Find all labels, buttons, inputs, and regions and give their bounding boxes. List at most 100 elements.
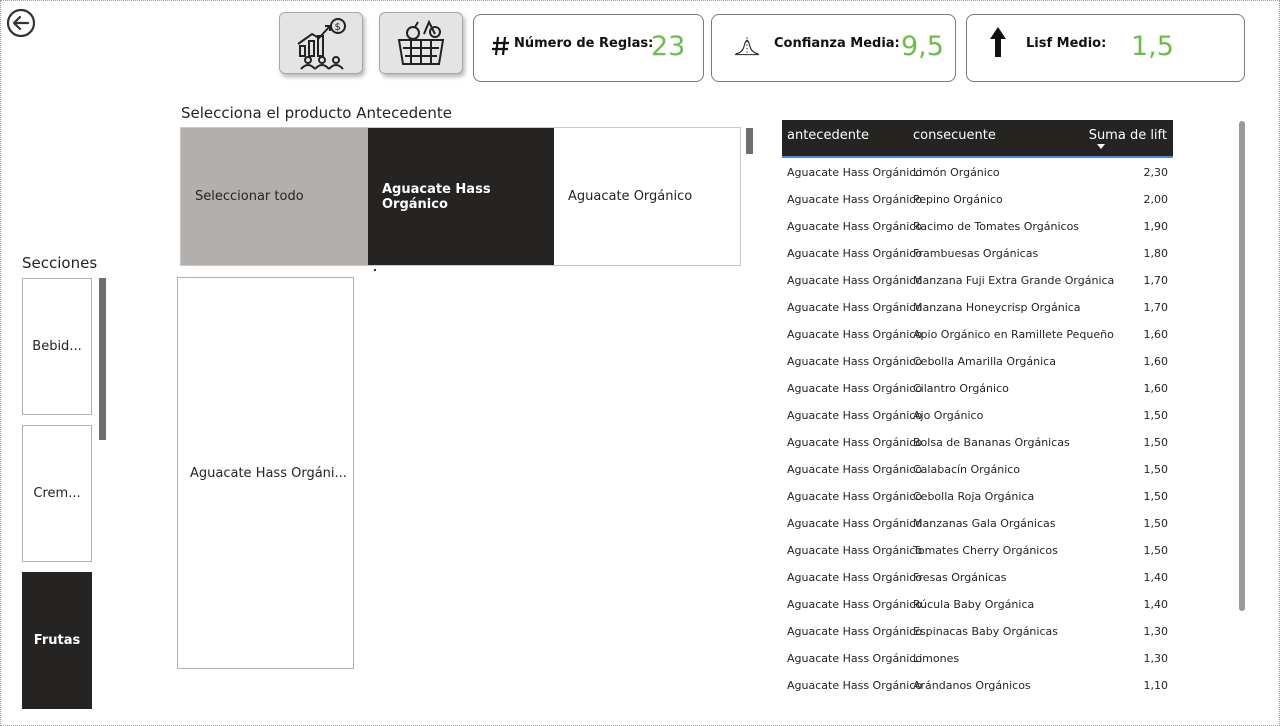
- slicer-scrollbar[interactable]: [746, 128, 753, 154]
- cell-antecedente: Aguacate Hass Orgánico: [787, 220, 923, 233]
- table-scrollbar[interactable]: [1239, 121, 1245, 611]
- cell-antecedente: Aguacate Hass Orgánico: [787, 679, 923, 692]
- secciones-scrollbar[interactable]: [99, 278, 106, 440]
- kpi-value: 9,5: [901, 31, 944, 62]
- header-suma-lift[interactable]: Suma de lift: [1089, 128, 1167, 143]
- cell-antecedente: Aguacate Hass Orgánico: [787, 544, 923, 557]
- table-row[interactable]: Aguacate Hass Orgánico Calabacín Orgánico…: [782, 455, 1173, 482]
- cell-consecuente: Manzana Fuji Extra Grande Orgánica: [913, 274, 1115, 287]
- kpi-value: 1,5: [1131, 31, 1174, 62]
- cell-consecuente: Cilantro Orgánico: [913, 382, 1009, 395]
- cell-consecuente: Apio Orgánico en Ramillete Pequeño: [913, 328, 1114, 341]
- tile-aguacate-organico[interactable]: Aguacate Orgánico: [554, 128, 740, 265]
- kpi-value: 23: [651, 31, 686, 62]
- cell-lift: 1,70: [1143, 301, 1169, 314]
- table-row[interactable]: Aguacate Hass Orgánico Manzana Fuji Extra…: [782, 266, 1173, 293]
- cell-lift: 1,30: [1143, 652, 1169, 665]
- table-row[interactable]: Aguacate Hass Orgánico Tomates Cherry Org…: [782, 536, 1173, 563]
- table-row[interactable]: Aguacate Hass Orgánico Limones 1,30: [782, 644, 1173, 671]
- cell-consecuente: Ajo Orgánico: [913, 409, 984, 422]
- cell-lift: 1,10: [1143, 679, 1169, 692]
- cell-lift: 1,50: [1143, 490, 1169, 503]
- cell-lift: 1,90: [1143, 220, 1169, 233]
- table-row[interactable]: Aguacate Hass Orgánico Manzanas Gala Orgá…: [782, 509, 1173, 536]
- cell-consecuente: Bolsa de Bananas Orgánicas: [913, 436, 1070, 449]
- table-row[interactable]: Aguacate Hass Orgánico Limón Orgánico 2,30: [782, 158, 1173, 185]
- cell-antecedente: Aguacate Hass Orgánico: [787, 382, 923, 395]
- cell-antecedente: Aguacate Hass Orgánico: [787, 409, 923, 422]
- cell-lift: 1,30: [1143, 625, 1169, 638]
- cell-antecedente: Aguacate Hass Orgánico: [787, 625, 923, 638]
- cell-consecuente: Fresas Orgánicas: [913, 571, 1007, 584]
- table-row[interactable]: Aguacate Hass Orgánico Cebolla Amarilla O…: [782, 347, 1173, 374]
- tile-aguacate-hass-organico[interactable]: Aguacate Hass Orgánico: [368, 128, 554, 265]
- antecedente-title: Selecciona el producto Antecedente: [181, 104, 452, 122]
- cell-consecuente: Frambuesas Orgánicas: [913, 247, 1039, 260]
- table-body: Aguacate Hass Orgánico Limón Orgánico 2,30…: [782, 158, 1173, 698]
- cell-consecuente: Cebolla Amarilla Orgánica: [913, 355, 1056, 368]
- cell-antecedente: Aguacate Hass Orgánico: [787, 490, 923, 503]
- cell-lift: 2,00: [1143, 193, 1169, 206]
- svg-text:$: $: [335, 22, 341, 33]
- table-row[interactable]: Aguacate Hass Orgánico Arándanos Orgánico…: [782, 671, 1173, 698]
- table-row[interactable]: Aguacate Hass Orgánico Frambuesas Orgánic…: [782, 239, 1173, 266]
- table-row[interactable]: Aguacate Hass Orgánico Fresas Orgánicas 1,…: [782, 563, 1173, 590]
- growth-team-icon[interactable]: $: [279, 12, 363, 74]
- cell-lift: 1,60: [1143, 328, 1169, 341]
- cell-consecuente: Limones: [913, 652, 960, 665]
- cell-lift: 1,50: [1143, 463, 1169, 476]
- cell-consecuente: Rúcula Baby Orgánica: [913, 598, 1035, 611]
- cell-antecedente: Aguacate Hass Orgánico: [787, 166, 923, 179]
- table-row[interactable]: Aguacate Hass Orgánico Manzana Honeycrisp…: [782, 293, 1173, 320]
- table-row[interactable]: Aguacate Hass Orgánico Espinacas Baby Org…: [782, 617, 1173, 644]
- table-row[interactable]: Aguacate Hass Orgánico Pepino Orgánico 2,0…: [782, 185, 1173, 212]
- table-header: antecedente consecuente Suma de lift: [782, 120, 1173, 158]
- cell-antecedente: Aguacate Hass Orgánico: [787, 517, 923, 530]
- table-row[interactable]: Aguacate Hass Orgánico Bolsa de Bananas O…: [782, 428, 1173, 455]
- cell-lift: 1,70: [1143, 274, 1169, 287]
- bell-curve-icon: [734, 31, 760, 61]
- cell-consecuente: Arándanos Orgánicos: [913, 679, 1031, 692]
- kpi-label: Confianza Media:: [774, 36, 900, 51]
- header-antecedente[interactable]: antecedente: [787, 128, 869, 143]
- tile-seleccionar-todo[interactable]: Seleccionar todo: [181, 128, 368, 265]
- kpi-label: Lisf Medio:: [1026, 36, 1107, 51]
- antecedente-slicer: Seleccionar todo Aguacate Hass Orgánico …: [180, 127, 741, 266]
- cell-antecedente: Aguacate Hass Orgánico: [787, 301, 923, 314]
- product-card[interactable]: Aguacate Hass Orgáni...: [177, 277, 354, 669]
- cell-consecuente: Tomates Cherry Orgánicos: [913, 544, 1058, 557]
- cell-consecuente: Limón Orgánico: [913, 166, 1000, 179]
- cell-consecuente: Manzanas Gala Orgánicas: [913, 517, 1056, 530]
- cell-antecedente: Aguacate Hass Orgánico: [787, 598, 923, 611]
- kpi-confianza-media: Confianza Media: 9,5: [711, 14, 956, 82]
- seccion-item-cremas[interactable]: Crem...: [22, 425, 92, 562]
- header-consecuente[interactable]: consecuente: [913, 128, 996, 143]
- table-row[interactable]: Aguacate Hass Orgánico Cebolla Roja Orgán…: [782, 482, 1173, 509]
- cell-consecuente: Manzana Honeycrisp Orgánica: [913, 301, 1081, 314]
- hash-icon: [488, 31, 514, 61]
- sort-desc-icon[interactable]: [1097, 144, 1105, 149]
- seccion-item-bebidas[interactable]: Bebid...: [22, 278, 92, 415]
- cell-antecedente: Aguacate Hass Orgánico: [787, 247, 923, 260]
- back-arrow-icon[interactable]: [6, 8, 36, 38]
- table-row[interactable]: Aguacate Hass Orgánico Cilantro Orgánico 1…: [782, 374, 1173, 401]
- up-arrow-icon: [985, 27, 1011, 57]
- table-row[interactable]: Aguacate Hass Orgánico Apio Orgánico en R…: [782, 320, 1173, 347]
- cell-lift: 1,60: [1143, 355, 1169, 368]
- table-row[interactable]: Aguacate Hass Orgánico Ajo Orgánico 1,50: [782, 401, 1173, 428]
- table-row[interactable]: Aguacate Hass Orgánico Rúcula Baby Orgáni…: [782, 590, 1173, 617]
- cell-lift: 1,60: [1143, 382, 1169, 395]
- table-row[interactable]: Aguacate Hass Orgánico Racimo de Tomates …: [782, 212, 1173, 239]
- cell-lift: 1,50: [1143, 409, 1169, 422]
- dot-marker: [374, 269, 376, 271]
- kpi-lisf-medio: Lisf Medio: 1,5: [966, 14, 1245, 82]
- cell-antecedente: Aguacate Hass Orgánico: [787, 463, 923, 476]
- seccion-item-frutas[interactable]: Frutas: [22, 572, 92, 709]
- rules-table: antecedente consecuente Suma de lift Agu…: [782, 120, 1173, 698]
- cell-lift: 1,50: [1143, 544, 1169, 557]
- secciones-title: Secciones: [22, 254, 98, 272]
- cell-lift: 1,80: [1143, 247, 1169, 260]
- grocery-basket-icon[interactable]: [379, 12, 463, 74]
- cell-antecedente: Aguacate Hass Orgánico: [787, 274, 923, 287]
- kpi-numero-reglas: Número de Reglas: 23: [473, 14, 704, 82]
